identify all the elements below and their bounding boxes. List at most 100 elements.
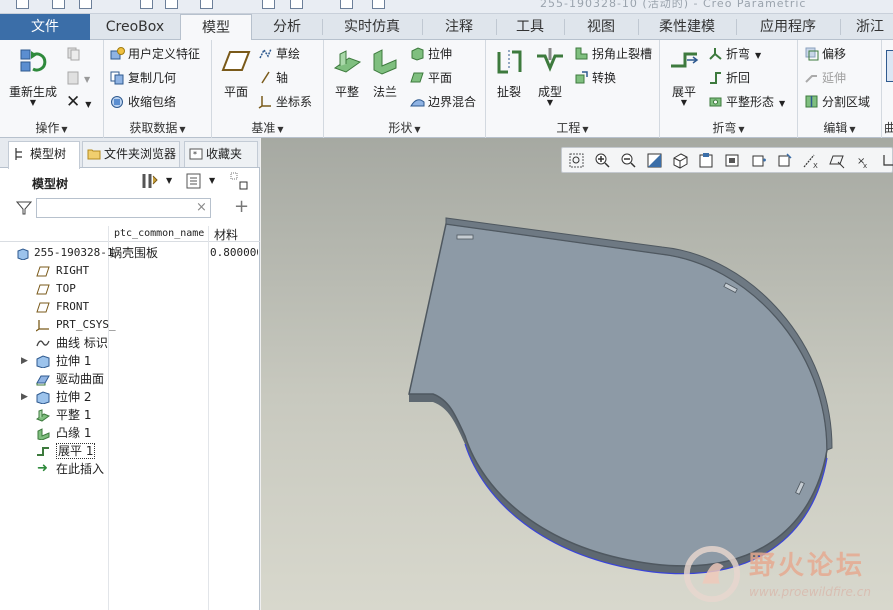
settings-dropdown-icon[interactable]: ▼ <box>166 176 172 185</box>
corner-relief-icon <box>575 47 588 60</box>
udf-button[interactable]: 用户定义特征 <box>110 44 200 64</box>
tree-row-flange-1[interactable]: 凸缘 1 <box>0 424 260 442</box>
extend-button[interactable]: 延伸 <box>804 68 846 88</box>
tab-zhejiang[interactable]: 浙江 <box>840 14 893 40</box>
flatten-form-button[interactable]: 平整形态 ▼ <box>708 92 785 112</box>
graphics-viewport[interactable]: X × x <box>261 138 893 610</box>
corner-relief-button[interactable]: 拐角止裂槽 <box>574 44 652 64</box>
csys-button[interactable]: 坐标系 <box>258 92 312 112</box>
column-settings-icon[interactable] <box>229 171 249 191</box>
group-label-datum[interactable]: 基准 ▼ <box>212 119 323 136</box>
redo-icon[interactable] <box>165 0 178 9</box>
unbend-icon <box>671 52 699 68</box>
new-file-icon[interactable] <box>16 0 29 9</box>
style-icon[interactable] <box>340 0 353 9</box>
tab-model[interactable]: 模型 <box>180 14 252 41</box>
tab-annotate[interactable]: 注释 <box>422 14 496 40</box>
group-label-bend[interactable]: 折弯 ▼ <box>660 119 797 136</box>
group-label-get-data[interactable]: 获取数据 ▼ <box>104 119 211 136</box>
filter-icon[interactable] <box>16 200 32 216</box>
bend-back-button[interactable]: 折回 <box>708 68 750 88</box>
tree-row-root[interactable]: 255-190328-1 蜗壳围板 0.800000 <box>0 244 260 262</box>
show-dropdown-icon[interactable]: ▼ <box>209 176 215 185</box>
datum-plane-icon <box>36 284 50 295</box>
rip-button[interactable]: 扯裂 <box>490 46 528 100</box>
expand-arrow-icon[interactable]: ▶ <box>21 352 28 370</box>
tab-model-tree[interactable]: 模型树 <box>8 141 80 169</box>
tab-tools[interactable]: 工具 <box>496 14 564 40</box>
group-label-editing[interactable]: 编辑 ▼ <box>798 119 881 136</box>
group-label-operations[interactable]: 操作 ▼ <box>0 119 103 136</box>
sketch-button[interactable]: 草绘 <box>258 44 300 64</box>
flatten-form-icon <box>709 97 722 107</box>
axis-button[interactable]: 轴 <box>258 68 288 88</box>
regenerate-button[interactable]: 重新生成 ▼ <box>8 46 58 107</box>
show-icon[interactable] <box>185 172 203 190</box>
shrinkwrap-button[interactable]: 收缩包络 <box>110 92 176 112</box>
tree-row-unbend-1[interactable]: 展平 1 <box>0 442 260 460</box>
regenerate-quick-icon[interactable] <box>200 0 213 9</box>
filter-input[interactable] <box>36 198 211 218</box>
tree-row-flat-1[interactable]: 平整 1 <box>0 406 260 424</box>
column-material-header[interactable]: 材料 <box>214 226 238 243</box>
group-get-data: 用户定义特征 复制几何 收缩包络 获取数据 ▼ <box>104 40 212 138</box>
bend-icon <box>709 48 722 60</box>
split-area-button[interactable]: 分割区域 <box>804 92 870 112</box>
tab-folder-browser[interactable]: 文件夹浏览器 <box>82 141 180 167</box>
copy-geometry-button[interactable]: 复制几何 <box>110 68 176 88</box>
tab-favorites[interactable]: * 收藏夹 <box>184 141 258 167</box>
copy-icon <box>67 47 80 61</box>
group-label-shapes[interactable]: 形状 ▼ <box>324 119 485 136</box>
column-common-name-header[interactable]: ptc_common_name <box>114 228 204 239</box>
unbend-button[interactable]: 展平 ▼ <box>664 46 704 107</box>
custom-icon[interactable] <box>372 0 385 9</box>
flange-button[interactable]: 法兰 <box>366 46 404 100</box>
form-icon <box>537 48 563 72</box>
plane-button[interactable]: 平面 <box>218 46 254 100</box>
tab-creobox[interactable]: CreoBox <box>90 14 180 40</box>
tree-row-csys[interactable]: PRT_CSYS_ <box>0 316 260 334</box>
sheet-metal-part[interactable] <box>261 138 893 610</box>
flat-wall-button[interactable]: 平整 <box>328 46 366 100</box>
offset-button[interactable]: 偏移 <box>804 44 846 64</box>
tree-row-driving-surface[interactable]: 驱动曲面 <box>0 370 260 388</box>
group-label-engineering[interactable]: 工程 ▼ <box>486 119 659 136</box>
undo-icon[interactable] <box>140 0 153 9</box>
tab-analysis[interactable]: 分析 <box>252 14 322 40</box>
copy-button[interactable] <box>66 44 84 64</box>
extrude-button[interactable]: 拉伸 <box>410 44 452 64</box>
group-shapes: 平整 法兰 拉伸 平面 边界混合 形状 ▼ <box>324 40 486 138</box>
tree-row-curve[interactable]: 曲线 标识 <box>0 334 260 352</box>
add-filter-icon[interactable]: + <box>234 196 249 217</box>
tab-applications[interactable]: 应用程序 <box>736 14 840 40</box>
tab-file[interactable]: 文件 <box>0 14 90 40</box>
tree-row-extrude-1[interactable]: ▶ 拉伸 1 <box>0 352 260 370</box>
close-window-icon[interactable] <box>290 0 303 9</box>
paste-button[interactable]: ▼ <box>66 68 90 88</box>
open-file-icon[interactable] <box>52 0 65 9</box>
svg-text:*: * <box>193 150 197 159</box>
form-button[interactable]: 成型 ▼ <box>530 46 570 107</box>
tab-simulation[interactable]: 实时仿真 <box>322 14 422 40</box>
part-top-face <box>408 223 828 567</box>
settings-icon[interactable] <box>140 171 160 191</box>
tree-row-insert-here[interactable]: ➜ 在此插入 <box>0 460 260 478</box>
delete-icon: ✕ <box>66 92 81 112</box>
blend-button[interactable]: 边界混合 <box>410 92 476 112</box>
flat-wall-icon <box>36 409 50 422</box>
window-icon[interactable] <box>262 0 275 9</box>
tab-flexible-modeling[interactable]: 柔性建模 <box>638 14 736 40</box>
flange-icon <box>373 49 397 75</box>
tree-row-top[interactable]: TOP <box>0 280 260 298</box>
tree-row-front[interactable]: FRONT <box>0 298 260 316</box>
clear-filter-icon[interactable]: × <box>196 200 207 215</box>
bend-button[interactable]: 折弯 ▼ <box>708 44 761 64</box>
convert-button[interactable]: 转换 <box>574 68 616 88</box>
delete-button[interactable]: ✕ ▼ <box>66 92 91 112</box>
expand-arrow-icon[interactable]: ▶ <box>21 388 28 406</box>
tab-view[interactable]: 视图 <box>564 14 638 40</box>
save-icon[interactable] <box>79 0 92 9</box>
tree-row-extrude-2[interactable]: ▶ 拉伸 2 <box>0 388 260 406</box>
tree-row-right[interactable]: RIGHT <box>0 262 260 280</box>
planar-button[interactable]: 平面 <box>410 68 452 88</box>
